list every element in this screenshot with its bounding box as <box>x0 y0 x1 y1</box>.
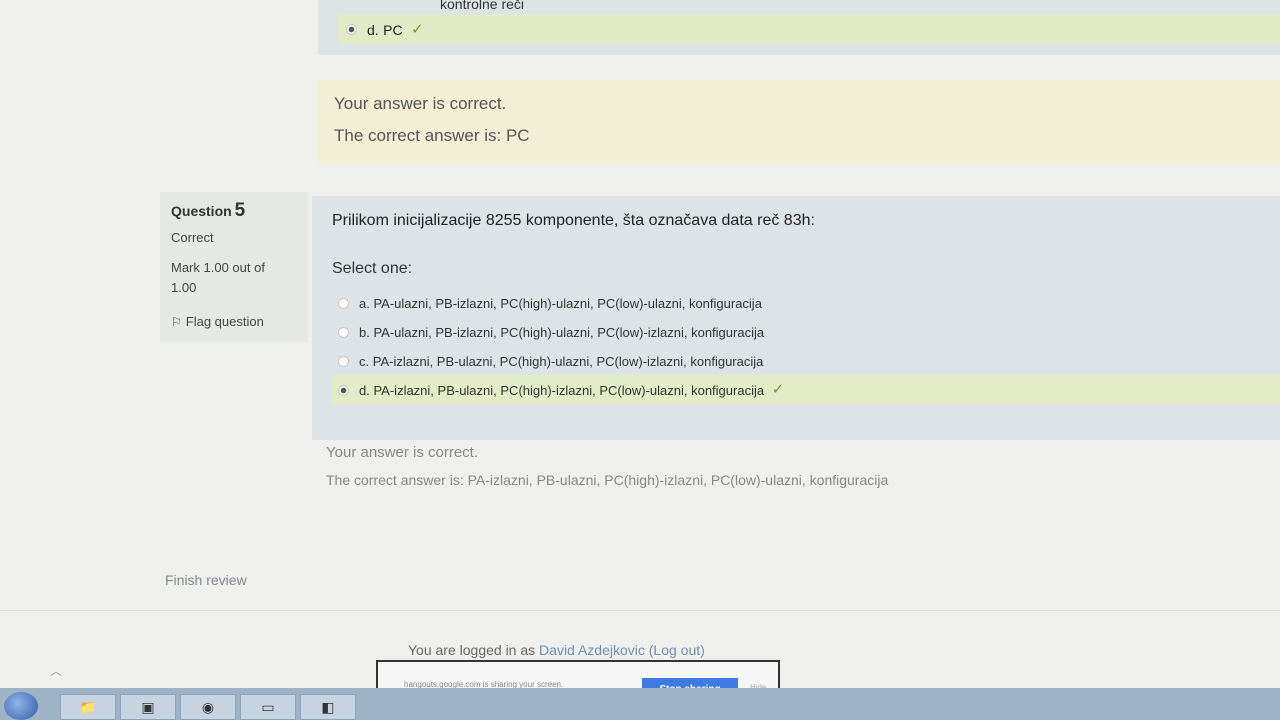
logged-in-prefix: You are logged in as <box>408 642 536 658</box>
correct-check-icon: ✓ <box>411 21 424 38</box>
question-state: Correct <box>171 230 214 245</box>
radio-a[interactable] <box>338 298 349 310</box>
flag-question-label: Flag question <box>185 314 264 329</box>
answer-option-a[interactable]: a. PA-ulazni, PB-izlazni, PC(high)-ulazn… <box>332 288 1280 317</box>
chevron-up-icon[interactable]: ︿ <box>50 662 62 679</box>
question-number: 5 <box>234 200 246 221</box>
previous-feedback: Your answer is correct. The correct answ… <box>318 80 1280 164</box>
browser-icon[interactable]: ◧ <box>300 694 356 720</box>
option-letter-b: b. <box>359 325 370 341</box>
answer-option-d[interactable]: d. PA-izlazni, PB-ulazni, PC(high)-izlaz… <box>332 375 1280 404</box>
answer-option-c[interactable]: c. PA-izlazni, PB-ulazni, PC(high)-ulazn… <box>332 346 1280 375</box>
previous-feedback-correct-answer: The correct answer is: PC <box>334 126 530 145</box>
question-text: Prilikom inicijalizacije 8255 komponente… <box>332 212 815 229</box>
option-text-b: PA-ulazni, PB-izlazni, PC(high)-ulazni, … <box>373 325 765 341</box>
previous-feedback-status: Your answer is correct. <box>334 94 507 113</box>
question-label: Question <box>171 203 232 219</box>
app-icon[interactable]: ◉ <box>180 694 236 720</box>
correct-check-icon: ✓ <box>771 381 785 398</box>
previous-option-letter: d. <box>367 21 379 38</box>
answer-list: a. PA-ulazni, PB-izlazni, PC(high)-ulazn… <box>332 288 1280 404</box>
question-feedback: Your answer is correct. The correct answ… <box>312 440 1280 530</box>
start-button-icon[interactable] <box>4 692 38 720</box>
question-box: Prilikom inicijalizacije 8255 komponente… <box>312 196 1280 440</box>
flag-icon: ⚐ <box>171 315 182 329</box>
feedback-correct-answer: The correct answer is: PA-izlazni, PB-ul… <box>326 472 889 488</box>
logout-link[interactable]: (Log out) <box>649 642 705 658</box>
previous-answer-row: d. PC ✓ <box>338 14 1280 44</box>
radio-d[interactable] <box>338 385 349 397</box>
footer-divider <box>0 610 1280 611</box>
question-info-panel: Question 5 Correct Mark 1.00 out of 1.00 … <box>160 192 308 342</box>
radio-d-previous[interactable] <box>346 24 357 36</box>
answer-option-b[interactable]: b. PA-ulazni, PB-izlazni, PC(high)-ulazn… <box>332 317 1280 346</box>
previous-question-tail-text: kontrolne reči <box>440 0 525 12</box>
radio-b[interactable] <box>338 327 349 339</box>
question-mark: Mark 1.00 out of 1.00 <box>171 260 265 295</box>
option-letter-a: a. <box>359 296 370 312</box>
login-info: You are logged in as David Azdejkovic (L… <box>408 642 705 658</box>
media-icon[interactable]: ▣ <box>120 694 176 720</box>
question-number-label: Question 5 <box>171 200 245 222</box>
finish-review-link[interactable]: Finish review <box>165 572 247 588</box>
previous-option-text: PC <box>383 21 403 38</box>
radio-c[interactable] <box>338 356 349 368</box>
option-text-a: PA-ulazni, PB-izlazni, PC(high)-ulazni, … <box>373 296 762 312</box>
option-text-c: PA-izlazni, PB-ulazni, PC(high)-ulazni, … <box>372 354 764 370</box>
explorer-icon[interactable]: 📁 <box>60 694 116 720</box>
option-letter-d: d. <box>359 383 370 399</box>
window-icon[interactable]: ▭ <box>240 694 296 720</box>
option-text-d: PA-izlazni, PB-ulazni, PC(high)-izlazni,… <box>373 383 765 399</box>
user-name-link[interactable]: David Azdejkovic <box>539 642 645 658</box>
taskbar: 📁 ▣ ◉ ▭ ◧ <box>0 688 1280 720</box>
option-letter-c: c. <box>359 354 370 370</box>
flag-question-link[interactable]: ⚐ Flag question <box>171 314 264 329</box>
select-one-prompt: Select one: <box>332 260 413 277</box>
feedback-status: Your answer is correct. <box>326 444 479 461</box>
